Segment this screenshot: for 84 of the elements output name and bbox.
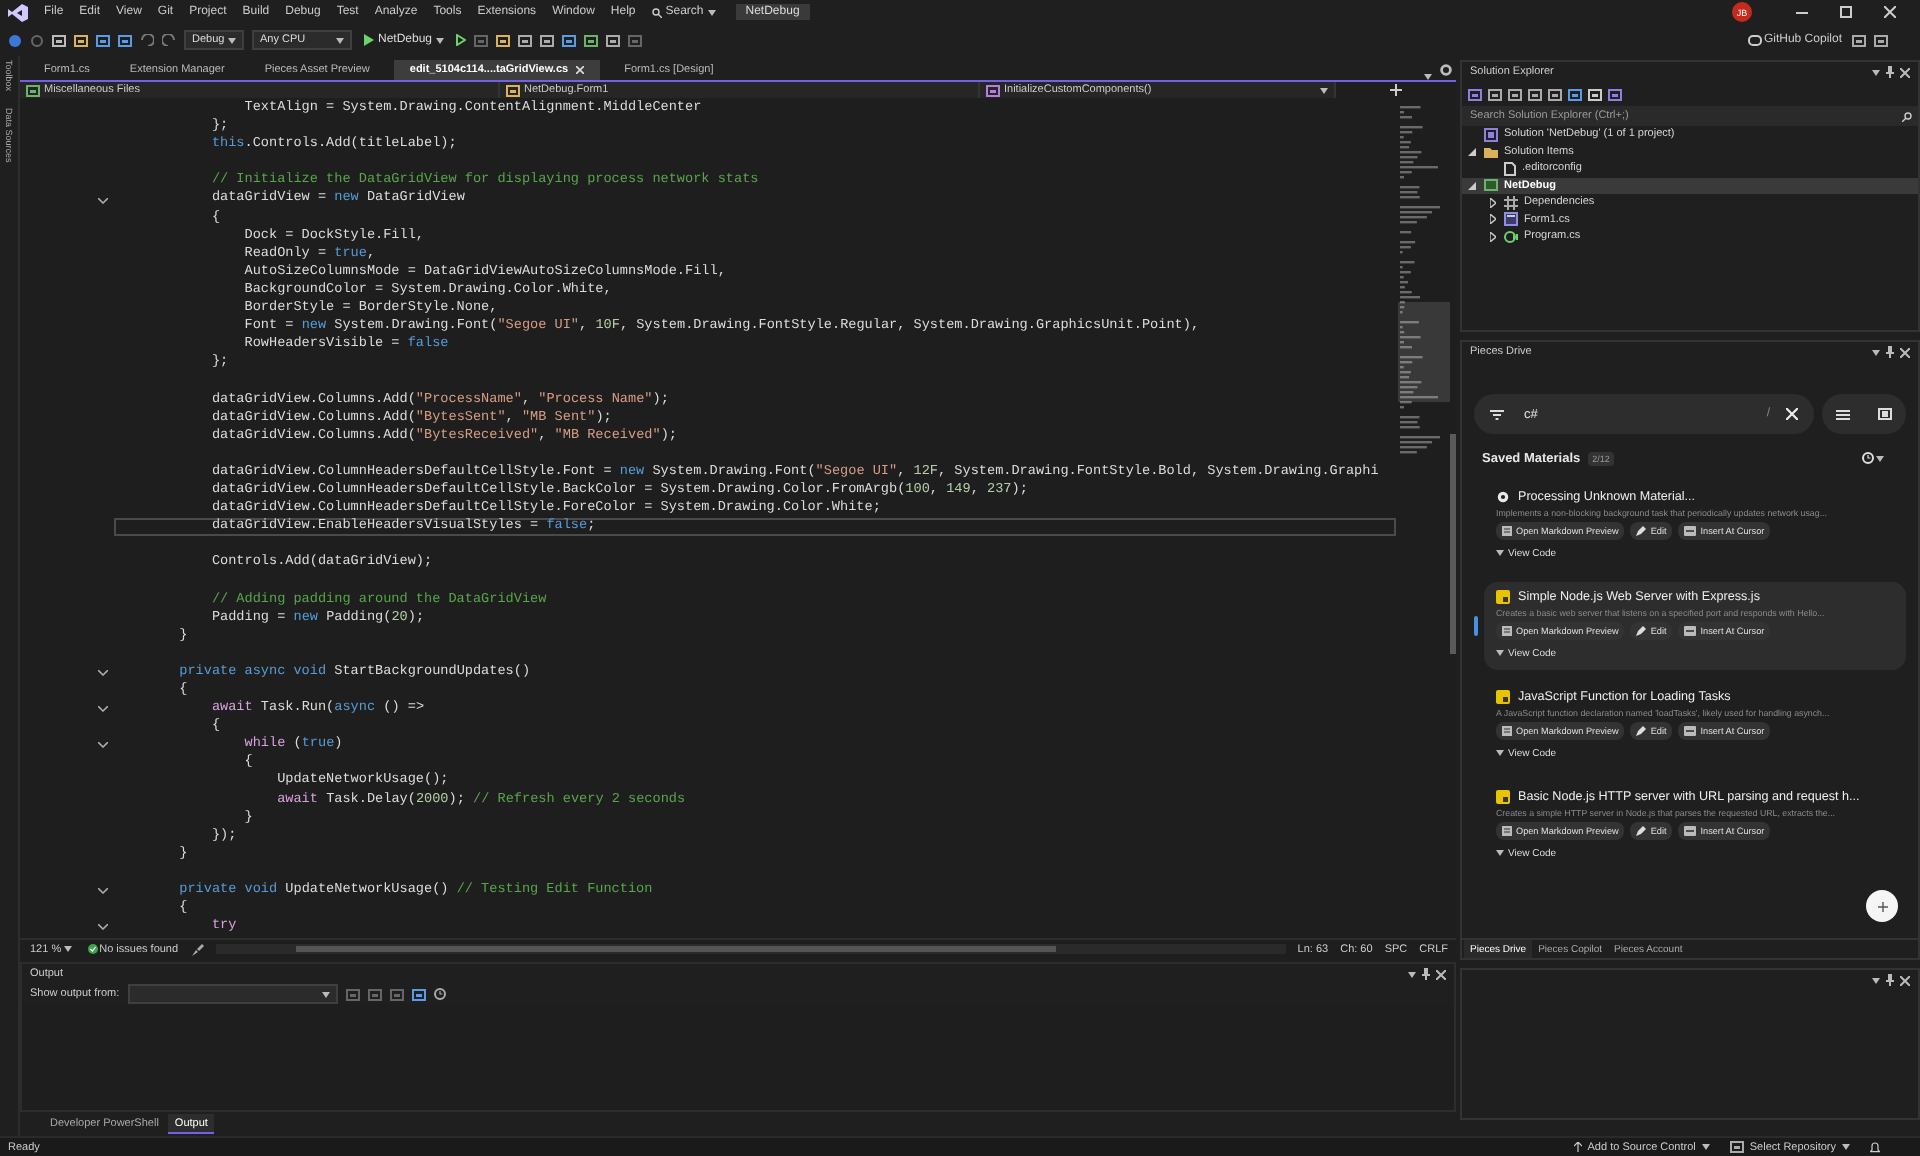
caret-icon	[1876, 455, 1884, 461]
app-logo	[8, 3, 28, 21]
clock-icon	[1862, 452, 1874, 464]
form-icon	[1504, 212, 1518, 227]
caret-icon	[1320, 87, 1328, 93]
pin-icon[interactable]	[1886, 974, 1894, 986]
document-icon	[1502, 726, 1512, 736]
pin-icon[interactable]	[1422, 968, 1430, 980]
close-icon[interactable]	[576, 66, 585, 74]
insert-icon	[1684, 526, 1697, 536]
card-view-icon[interactable]	[1878, 408, 1892, 420]
collapse-chevron-icon[interactable]	[98, 669, 108, 676]
play-icon	[364, 34, 374, 46]
close-icon[interactable]	[1900, 67, 1910, 77]
pin-icon[interactable]	[1886, 346, 1894, 358]
play-outline-icon[interactable]	[456, 34, 467, 46]
close-icon[interactable]	[1436, 969, 1446, 979]
search-icon	[651, 7, 662, 17]
caret-icon	[1496, 550, 1504, 556]
document-icon	[1502, 526, 1512, 536]
folder-icon	[1484, 145, 1498, 158]
close-icon	[1884, 6, 1896, 18]
insert-icon	[1684, 826, 1697, 836]
collapse-chevron-icon[interactable]	[98, 706, 108, 713]
pencil-icon	[1636, 626, 1647, 636]
caret-icon	[228, 37, 236, 43]
dependencies-icon	[1504, 195, 1518, 210]
caret-icon	[1496, 650, 1504, 656]
settings-icon[interactable]	[1440, 64, 1452, 76]
caret-icon	[321, 991, 330, 997]
caret-icon	[1872, 977, 1880, 983]
caret-icon	[1496, 850, 1504, 856]
collapsed-arrow-icon[interactable]	[1489, 197, 1495, 208]
caret-icon	[1408, 971, 1416, 977]
copilot-icon	[1747, 34, 1762, 46]
caret-icon	[1701, 1144, 1710, 1150]
caret-icon	[707, 9, 716, 15]
document-icon	[1502, 826, 1512, 836]
file-icon	[1504, 161, 1516, 176]
expanded-arrow-icon[interactable]	[1468, 181, 1476, 190]
horizontal-scrollbar[interactable]	[216, 944, 1286, 954]
collapsed-arrow-icon[interactable]	[1489, 231, 1495, 242]
clock-icon[interactable]	[433, 988, 446, 1000]
javascript-file-icon	[1496, 790, 1510, 804]
minimize-icon	[1796, 11, 1808, 13]
javascript-file-icon	[1496, 690, 1510, 704]
expanded-arrow-icon[interactable]	[1468, 147, 1476, 156]
caret-icon	[436, 37, 445, 43]
pin-icon[interactable]	[1886, 66, 1894, 78]
collapse-chevron-icon[interactable]	[98, 924, 108, 931]
check-circle-icon	[87, 944, 98, 954]
sort-button[interactable]	[1860, 450, 1886, 466]
search-icon	[1902, 111, 1912, 121]
insert-icon	[1684, 626, 1697, 636]
caret-icon	[1842, 1144, 1850, 1150]
add-button[interactable]	[1866, 890, 1898, 922]
close-icon[interactable]	[1900, 347, 1910, 357]
caret-icon	[1872, 69, 1880, 75]
plus-icon	[1877, 901, 1887, 911]
collapsed-arrow-icon[interactable]	[1489, 214, 1495, 225]
pencil-icon	[1636, 726, 1647, 736]
close-icon[interactable]	[1900, 975, 1910, 985]
insert-icon	[1684, 726, 1697, 736]
csharp-file-icon	[1504, 229, 1518, 244]
undo-icon[interactable]	[140, 34, 154, 46]
list-icon[interactable]	[1836, 409, 1850, 419]
bell-icon[interactable]	[1870, 1141, 1880, 1153]
solution-icon	[1484, 127, 1498, 142]
pencil-icon	[1636, 526, 1647, 536]
collapse-chevron-icon[interactable]	[98, 197, 108, 204]
brush-icon[interactable]	[192, 943, 205, 955]
redo-icon[interactable]	[162, 34, 176, 46]
caret-icon	[336, 37, 344, 43]
caret-icon	[1496, 750, 1504, 756]
upload-icon	[1573, 1142, 1582, 1152]
caret-icon	[1872, 349, 1880, 355]
maximize-icon	[1840, 6, 1852, 18]
pencil-icon	[1636, 826, 1647, 836]
document-icon	[1502, 626, 1512, 636]
caret-icon	[63, 946, 72, 952]
javascript-file-icon	[1496, 590, 1510, 604]
plus-icon	[1390, 84, 1402, 96]
collapse-chevron-icon[interactable]	[98, 742, 108, 749]
collapse-chevron-icon[interactable]	[98, 888, 108, 895]
